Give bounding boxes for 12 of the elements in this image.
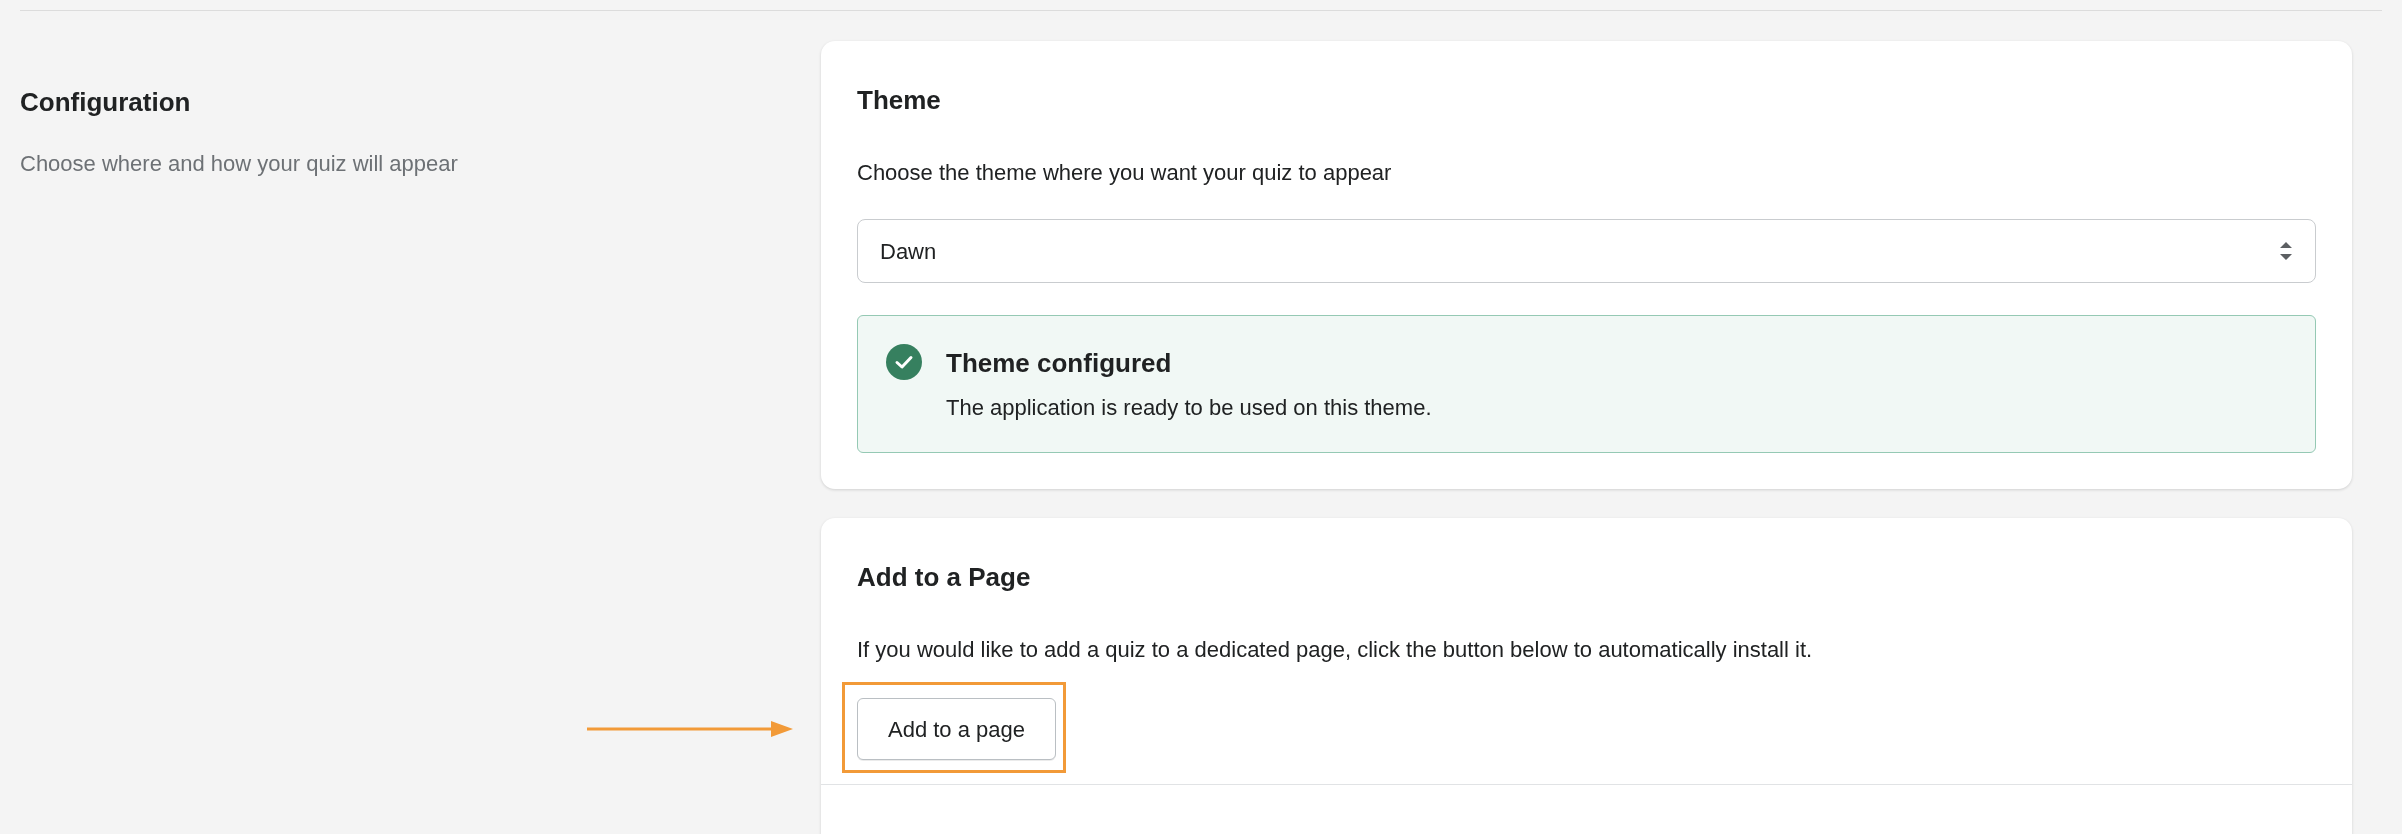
section-description: Choose where and how your quiz will appear xyxy=(20,150,459,178)
add-to-page-button[interactable]: Add to a page xyxy=(857,698,1056,760)
card-title: Add to a Page xyxy=(857,561,1032,594)
check-circle-icon xyxy=(886,344,922,380)
card-title: Theme xyxy=(857,84,942,117)
select-arrows-icon xyxy=(2279,240,2293,262)
card-description: Choose the theme where you want your quiz to appear xyxy=(857,159,1393,187)
theme-select[interactable]: Dawn xyxy=(857,219,2316,283)
banner-title: Theme configured xyxy=(946,347,1173,380)
card-description: If you would like to add a quiz to a dedicated page, click the button below to automatically install it. xyxy=(857,636,1814,664)
banner-message: The application is ready to be used on this theme. xyxy=(946,394,1432,422)
section-title: Configuration xyxy=(20,86,192,119)
